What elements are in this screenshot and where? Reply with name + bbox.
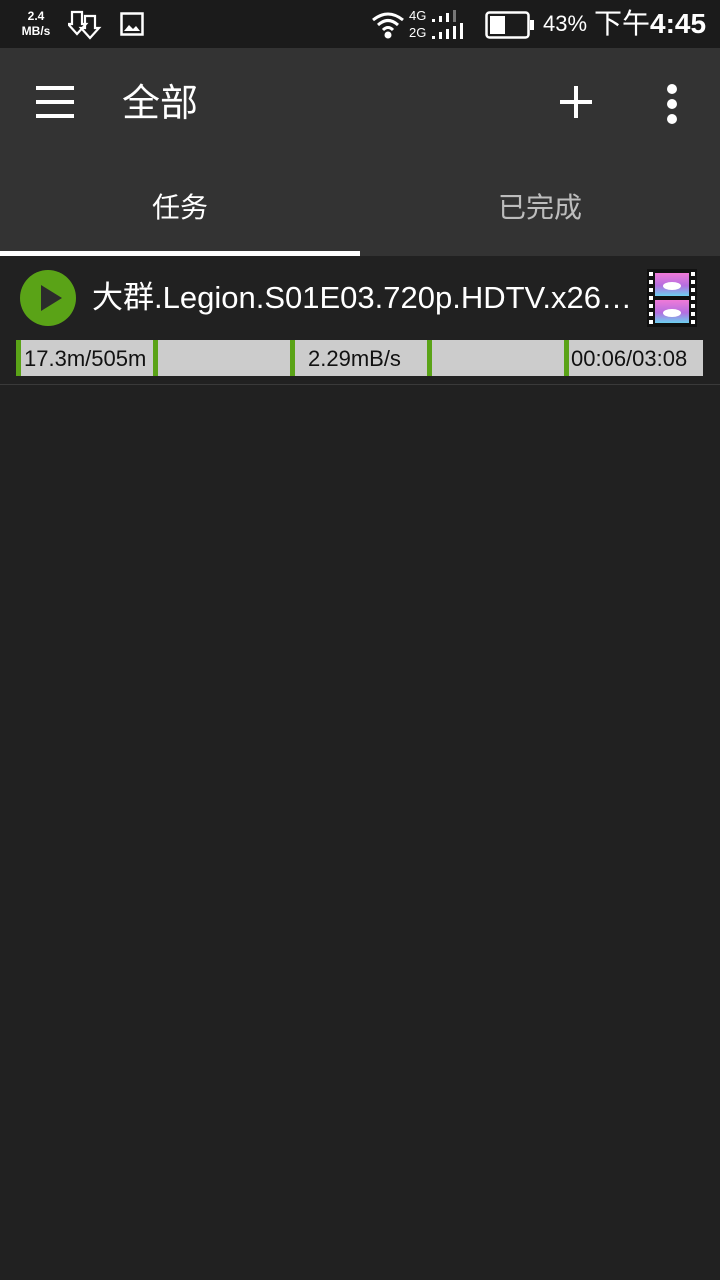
download-speed: 2.29mB/s (308, 346, 401, 371)
clock: 下午4:45 (594, 6, 706, 42)
app-bar: 全部 任务 已完成 (0, 48, 720, 256)
download-progress-bar: 17.3m/505m 2.29mB/s 00:06/03:08 (16, 340, 703, 376)
progress-segment-marker (290, 340, 295, 376)
video-file-icon (647, 269, 697, 327)
network-2g-label: 2G (409, 25, 427, 40)
elapsed-remaining-time: 00:06/03:08 (571, 346, 688, 371)
network-4g-label: 4G (409, 8, 427, 23)
status-bar: 2.4 MB/s 4G 2G 43% 下午4:45 (0, 0, 720, 48)
network-speed-unit: MB/s (21, 24, 51, 38)
downloaded-size: 17.3m/505m (24, 346, 147, 371)
battery-icon (485, 11, 534, 39)
clock-time: 4:45 (650, 8, 707, 39)
task-filename: 大群.Legion.S01E03.720p.HDTV.x26… (92, 280, 632, 315)
clock-ampm: 下午 (594, 8, 651, 39)
network-speed-indicator: 2.4 MB/s (14, 9, 58, 39)
progress-segment-marker (153, 340, 158, 376)
wifi-icon (372, 12, 404, 39)
progress-segment-marker (427, 340, 432, 376)
cellular-indicator: 4G 2G (409, 7, 426, 41)
tab-completed[interactable]: 已完成 (360, 158, 720, 256)
signal-bars-icon (432, 10, 463, 39)
page-title: 全部 (122, 81, 199, 125)
progress-segment-marker (16, 340, 21, 376)
play-icon[interactable] (20, 270, 76, 326)
plus-icon[interactable] (556, 82, 596, 122)
download-arrows-icon (68, 10, 102, 40)
list-item[interactable]: 大群.Legion.S01E03.720p.HDTV.x26… 17.3m/50… (0, 256, 720, 385)
tab-tasks[interactable]: 任务 (0, 158, 360, 256)
image-notification-icon (120, 12, 144, 36)
hamburger-menu-icon[interactable] (36, 86, 76, 122)
battery-percent: 43% (543, 11, 588, 36)
progress-segment-marker (564, 340, 569, 376)
network-speed-value: 2.4 (27, 9, 45, 23)
more-vertical-icon[interactable] (662, 84, 682, 124)
